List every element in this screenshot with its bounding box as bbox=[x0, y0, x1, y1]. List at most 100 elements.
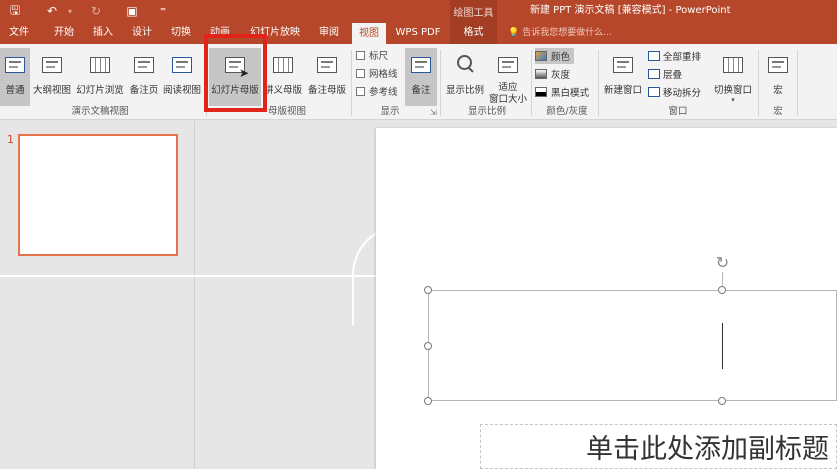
customize-qat-icon[interactable]: ⁼ bbox=[156, 0, 170, 22]
notes-page-icon bbox=[130, 50, 158, 80]
notes-page-label: 备注页 bbox=[129, 85, 159, 96]
black-white-option[interactable]: 黑白模式 bbox=[535, 84, 589, 100]
macros-button[interactable]: 宏 bbox=[762, 48, 794, 106]
notes-label: 备注 bbox=[411, 85, 431, 96]
resize-handle[interactable] bbox=[424, 397, 432, 405]
slide-thumbnail-pane[interactable]: 1 bbox=[0, 121, 195, 469]
group-separator bbox=[797, 50, 798, 116]
black-white-label: 黑白模式 bbox=[551, 88, 590, 99]
gridlines-checkbox[interactable]: 网格线 bbox=[356, 66, 398, 80]
arrange-all-button[interactable]: 全部重排 bbox=[648, 48, 701, 64]
show-group-label: 显示 bbox=[380, 106, 400, 117]
grayscale-option[interactable]: 灰度 bbox=[535, 66, 570, 82]
tab-home[interactable]: 开始 bbox=[45, 22, 83, 44]
move-split-button[interactable]: 移动拆分 bbox=[648, 84, 701, 100]
title-bar: 🖫 ↶ ▾ ↻ ▣ ⁼ 绘图工具 新建 PPT 演示文稿 [兼容模式] - Po… bbox=[0, 0, 837, 22]
color-option[interactable]: 颜色 bbox=[535, 48, 575, 64]
move-split-icon bbox=[648, 87, 660, 97]
reading-view-button[interactable]: 阅读视图 bbox=[161, 48, 203, 106]
new-window-icon bbox=[609, 50, 637, 80]
master-views-group-label: 母版视图 bbox=[267, 106, 306, 117]
window-group-label: 窗口 bbox=[668, 106, 688, 117]
ruler-checkbox[interactable]: 标尺 bbox=[356, 48, 388, 62]
handout-master-icon bbox=[269, 50, 297, 80]
notes-button[interactable]: 备注 bbox=[405, 48, 437, 106]
gridlines-checkbox-box[interactable] bbox=[356, 68, 365, 78]
normal-view-button[interactable]: 普通 bbox=[0, 48, 30, 106]
normal-view-icon bbox=[1, 50, 29, 80]
move-split-label: 移动拆分 bbox=[663, 88, 702, 99]
save-icon[interactable]: 🖫 bbox=[0, 0, 30, 22]
handout-master-button[interactable]: 讲义母版 bbox=[262, 48, 304, 106]
cascade-label: 层叠 bbox=[663, 70, 683, 81]
arrange-all-label: 全部重排 bbox=[663, 52, 702, 63]
title-placeholder[interactable] bbox=[428, 290, 837, 401]
thumbnail-number: 1 bbox=[7, 133, 14, 146]
guides-checkbox[interactable]: 参考线 bbox=[356, 84, 398, 98]
notes-master-label: 备注母版 bbox=[307, 85, 346, 96]
group-separator bbox=[440, 50, 441, 116]
reading-view-icon bbox=[168, 50, 196, 80]
cascade-button[interactable]: 层叠 bbox=[648, 66, 682, 82]
undo-icon[interactable]: ↶ bbox=[40, 0, 64, 22]
zoom-label: 显示比例 bbox=[445, 85, 484, 96]
tab-wps-pdf[interactable]: WPS PDF bbox=[392, 22, 444, 44]
guides-label: 参考线 bbox=[369, 87, 398, 98]
rotate-handle-icon[interactable]: ↻ bbox=[713, 253, 732, 272]
tab-transitions[interactable]: 切换 bbox=[162, 22, 200, 44]
quick-access-toolbar: 🖫 ↶ ▾ ↻ ▣ ⁼ bbox=[0, 0, 170, 22]
redo-icon[interactable]: ↻ bbox=[84, 0, 108, 22]
guides-checkbox-box[interactable] bbox=[356, 86, 365, 96]
normal-view-label: 普通 bbox=[5, 85, 25, 96]
resize-handle[interactable] bbox=[424, 286, 432, 294]
subtitle-placeholder-text: 单击此处添加副标题 bbox=[586, 434, 829, 465]
switch-windows-button[interactable]: 切换窗口 ▾ bbox=[711, 48, 755, 106]
resize-handle[interactable] bbox=[718, 286, 726, 294]
notes-master-icon bbox=[313, 50, 341, 80]
undo-dropdown-icon[interactable]: ▾ bbox=[64, 0, 76, 22]
notes-page-button[interactable]: 备注页 bbox=[127, 48, 161, 106]
tell-me-search[interactable]: 💡 告诉我您想要做什么... bbox=[508, 22, 612, 44]
tab-file[interactable]: 文件 bbox=[0, 22, 38, 44]
tab-review[interactable]: 审阅 bbox=[310, 22, 348, 44]
notes-icon bbox=[407, 50, 435, 80]
handout-master-label: 讲义母版 bbox=[263, 85, 302, 96]
group-separator bbox=[531, 50, 532, 116]
slide-sorter-icon bbox=[86, 50, 114, 80]
color-grayscale-group-label: 颜色/灰度 bbox=[546, 106, 588, 117]
show-dialog-launcher-icon[interactable]: ⇲ bbox=[430, 108, 437, 117]
outline-view-icon bbox=[38, 50, 66, 80]
tab-format[interactable]: 格式 bbox=[450, 22, 497, 44]
fit-to-window-button[interactable]: 适应 窗口大小 bbox=[487, 48, 529, 106]
outline-view-label: 大纲视图 bbox=[32, 85, 71, 96]
ruler-checkbox-box[interactable] bbox=[356, 50, 365, 60]
grayscale-label: 灰度 bbox=[551, 70, 571, 81]
present-icon[interactable]: ▣ bbox=[120, 0, 144, 22]
chevron-down-icon: ▾ bbox=[731, 96, 735, 104]
tell-me-text: 告诉我您想要做什么... bbox=[522, 28, 612, 38]
slide-thumbnail[interactable] bbox=[18, 134, 178, 256]
slide-sorter-button[interactable]: 幻灯片浏览 bbox=[74, 48, 126, 106]
reading-view-label: 阅读视图 bbox=[162, 85, 201, 96]
outline-view-button[interactable]: 大纲视图 bbox=[31, 48, 73, 106]
magnifier-icon bbox=[451, 50, 479, 80]
fit-to-window-label: 适应 窗口大小 bbox=[488, 82, 527, 105]
grayscale-swatch-icon bbox=[535, 69, 547, 79]
new-window-label: 新建窗口 bbox=[603, 85, 642, 96]
tab-view[interactable]: 视图 bbox=[352, 23, 386, 44]
color-swatch-icon bbox=[535, 51, 547, 61]
ribbon-view: 普通 大纲视图 幻灯片浏览 备注页 阅读视图 演示文稿视图 幻灯片母版 讲义母版… bbox=[0, 44, 837, 120]
resize-handle[interactable] bbox=[424, 342, 432, 350]
notes-master-button[interactable]: 备注母版 bbox=[305, 48, 349, 106]
tab-design[interactable]: 设计 bbox=[123, 22, 161, 44]
resize-handle[interactable] bbox=[718, 397, 726, 405]
tab-insert[interactable]: 插入 bbox=[84, 22, 122, 44]
drawing-tools-context-label: 绘图工具 bbox=[450, 0, 497, 22]
zoom-button[interactable]: 显示比例 bbox=[443, 48, 487, 106]
cascade-icon bbox=[648, 69, 660, 79]
new-window-button[interactable]: 新建窗口 bbox=[601, 48, 645, 106]
highlight-annotation bbox=[204, 34, 267, 112]
arrange-all-icon bbox=[648, 51, 660, 61]
black-white-swatch-icon bbox=[535, 87, 547, 97]
gridlines-label: 网格线 bbox=[369, 69, 398, 80]
